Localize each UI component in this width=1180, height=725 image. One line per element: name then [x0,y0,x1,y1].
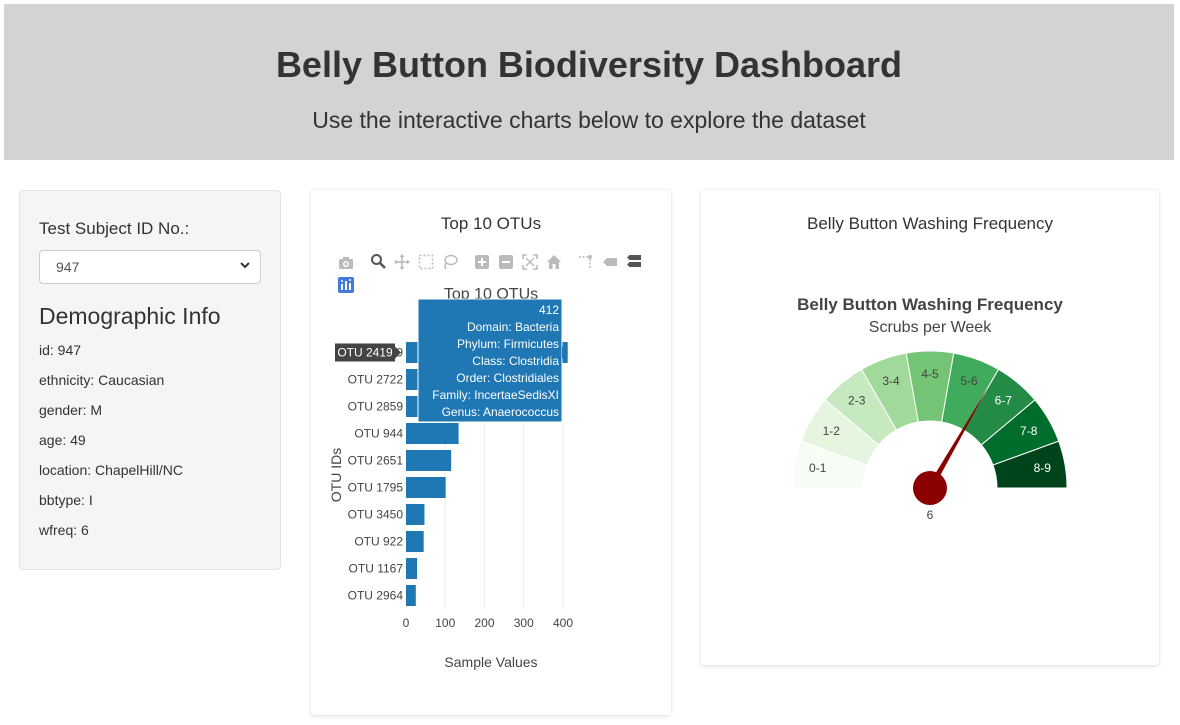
gauge-step-label: 0-1 [809,461,827,475]
chevron-down-icon [240,262,250,269]
gauge-card: Belly Button Washing Frequency Belly But… [701,190,1159,665]
box-select-icon[interactable] [418,254,434,270]
gauge-value-label: 6 [927,508,934,522]
gauge-step-label: 1-2 [823,424,841,438]
bar-y-tick-label: OTU 3450 [348,508,404,522]
gauge-step-label: 8-9 [1034,461,1052,475]
bar-mark[interactable] [406,585,416,606]
demographic-info-title: Demographic Info [39,303,221,329]
hover-tooltip-line: Domain: Bacteria [467,320,559,334]
sidebar-panel: Test Subject ID No.: 947 Demographic Inf… [19,190,281,570]
hover-tooltip-line: 412 [539,303,559,317]
gauge-subtitle: Scrubs per Week [869,319,992,336]
spike-lines-icon[interactable] [578,254,594,270]
page-title: Belly Button Biodiversity Dashboard [275,44,903,85]
hover-tooltip-line: Family: IncertaeSedisXI [432,388,559,402]
gauge-step-label: 6-7 [995,394,1013,408]
gauge-step-label: 3-4 [882,374,900,388]
demographic-info-list: id: 947 ethnicity: Caucasian gender: M a… [39,342,183,552]
hover-tooltip-line: Phylum: Firmicutes [457,337,559,351]
demo-item-bbtype: bbtype: I [39,492,93,508]
bar-x-tick-label: 200 [474,616,494,630]
bar-mark[interactable] [406,531,424,552]
bar-x-tick-label: 100 [435,616,455,630]
autoscale-icon[interactable] [522,254,538,270]
gauge-card-title: Belly Button Washing Frequency [807,214,1053,233]
bar-card-title: Top 10 OTUs [440,214,542,233]
bar-mark[interactable] [406,450,452,471]
camera-icon[interactable] [338,255,354,271]
bar-y-tick-label: OTU 922 [354,535,403,549]
bar-y-tick-label: OTU 2859 [348,400,404,414]
bar-y-tick-label: OTU 944 [354,427,403,441]
bar-chart-xlabel: Sample Values [444,654,537,670]
bar-y-tick-label: OTU 1167 [349,562,404,576]
bar-chart-ylabel: OTU IDs [328,448,344,502]
demo-item-age: age: 49 [39,432,86,448]
bar-mark[interactable] [406,504,425,525]
demo-item-gender: gender: M [39,402,103,418]
bar-y-tick-label: OTU 2651 [348,454,404,468]
bar-chart-svg: Top 10 OTUs OTU 2419OTU 2722OTU 2859OTU … [328,286,574,670]
zoom-out-icon[interactable] [498,254,514,270]
demo-item-ethnicity: ethnicity: Caucasian [39,372,165,388]
bar-mark[interactable] [406,558,417,579]
bar-y-tick-label: OTU 2722 [348,373,404,387]
bar-x-tick-label: 300 [514,616,534,630]
bar-x-tick-label: 400 [553,616,573,630]
pan-icon[interactable] [394,254,410,270]
lasso-icon[interactable] [442,254,458,270]
bar-y-tick-label: OTU 1795 [348,481,404,495]
gauge-title: Belly Button Washing Frequency [797,295,1063,314]
bar-mark[interactable] [406,477,446,498]
demo-item-location: location: ChapelHill/NC [39,462,183,478]
demo-item-wfreq: wfreq: 6 [39,522,89,538]
hover-tooltip-line: Order: Clostridiales [456,371,559,385]
home-icon[interactable] [546,254,562,270]
bar-chart-x-tick-labels: 0 100 200 300 400 [403,616,574,630]
page-header: Belly Button Biodiversity Dashboard Use … [4,4,1174,160]
gauge-step-label: 7-8 [1020,424,1038,438]
hover-axis-label: OTU 2419 [337,346,393,360]
subject-id-select[interactable]: 947 [39,250,261,284]
gauge-step-label: 5-6 [960,374,978,388]
demo-item-id: id: 947 [39,342,82,358]
hover-tooltip-line: Genus: Anaerococcus [442,405,559,419]
hover-compare-icon[interactable] [626,253,642,269]
zoom-icon[interactable] [370,253,386,269]
subject-id-label: Test Subject ID No.: [39,219,190,238]
subject-id-value: 947 [56,259,80,275]
bar-chart-card: Top 10 OTUs Top 10 OTUs OTU 2722 OTU 285… [311,190,671,715]
gauge-steps: 0-1 1-2 2-3 3-4 4-5 5-6 6-7 7-8 8-9 [792,350,1068,489]
bar-x-tick-label: 0 [403,616,410,630]
bar-y-tick-label: OTU 2964 [348,589,404,603]
bar-chart-y-tick-labels: OTU 2419OTU 2722OTU 2859OTU 944OTU 2651O… [348,346,404,603]
hover-tooltip-line: Class: Clostridia [472,354,559,368]
bar-mark[interactable] [406,423,459,444]
zoom-in-icon[interactable] [474,254,490,270]
gauge-step-label: 4-5 [921,367,939,381]
page-subtitle: Use the interactive charts below to expl… [312,107,866,133]
gauge-chart-svg: Belly Button Washing Frequency Scrubs pe… [792,295,1068,522]
hover-closest-icon[interactable] [602,254,618,270]
gauge-needle-hub [913,471,947,505]
gauge-step-label: 2-3 [848,394,866,408]
